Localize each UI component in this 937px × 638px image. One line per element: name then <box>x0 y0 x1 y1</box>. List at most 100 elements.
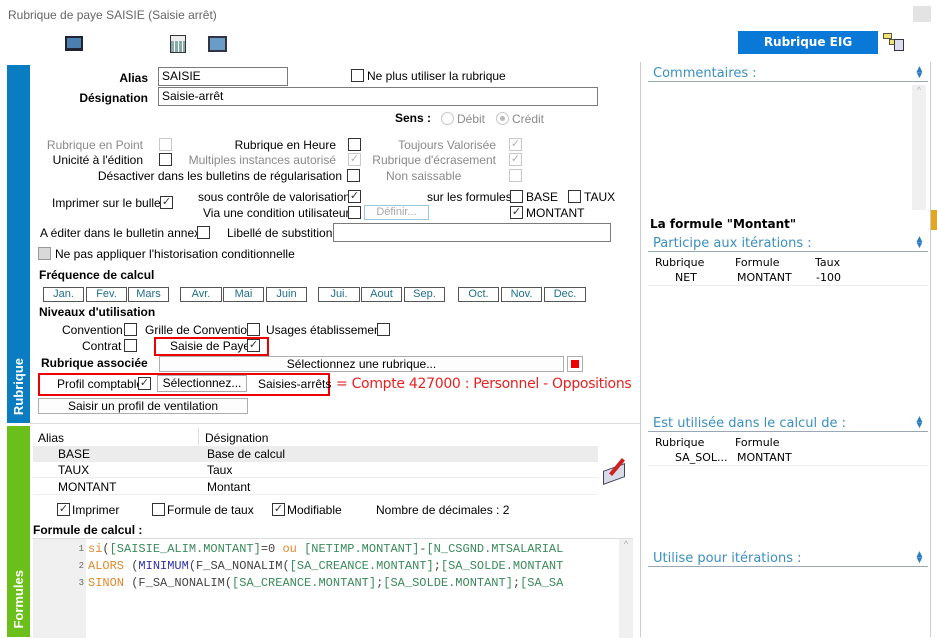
participe-col-taux: Taux <box>815 256 841 269</box>
commentaires-scrollbar[interactable]: ^ <box>912 85 926 210</box>
clear-rubrique-button[interactable] <box>567 356 583 372</box>
unicite-checkbox[interactable] <box>159 153 172 166</box>
formule-taux-label: Formule de taux <box>167 503 254 517</box>
month-button[interactable]: Jan. <box>43 287 84 302</box>
niveaux-label: Niveaux d'utilisation <box>39 305 156 319</box>
non-saissable-checkbox[interactable] <box>509 169 522 182</box>
row-designation: Montant <box>207 480 251 494</box>
collapse-toggle-icon[interactable]: ▲ ▼ <box>913 235 926 251</box>
credit-label: Crédit <box>512 112 545 126</box>
rubrique-tab-label: Rubrique <box>11 357 26 415</box>
utilise-iterations-header: Utilise pour itérations : <box>653 551 802 566</box>
month-button[interactable]: Nov. <box>501 287 542 302</box>
definir-button[interactable]: Définir... <box>364 205 429 220</box>
montant-label: MONTANT <box>526 206 585 220</box>
participe-col-rubrique: Rubrique <box>655 256 705 269</box>
month-button[interactable]: Avr. <box>180 287 222 302</box>
multiples-instances-label: Multiples instances autorisé <box>188 153 336 167</box>
libelle-substition-input[interactable] <box>333 223 611 242</box>
usages-etablissement-checkbox[interactable] <box>377 323 390 336</box>
montant-checkbox[interactable]: ✓ <box>510 206 523 219</box>
hierarchy-icon[interactable] <box>883 33 905 51</box>
desactiver-checkbox[interactable] <box>347 169 360 182</box>
rubrique-en-point-checkbox[interactable] <box>159 138 172 151</box>
formule-title: La formule "Montant" <box>650 217 797 231</box>
multiples-instances-checkbox[interactable]: ✓ <box>348 153 361 166</box>
bulletin-annexe-checkbox[interactable] <box>197 226 210 239</box>
month-button[interactable]: Oct. <box>458 287 499 302</box>
month-button[interactable]: Juin <box>266 287 307 302</box>
month-button[interactable]: Sep. <box>404 287 445 302</box>
frequence-label: Fréquence de calcul <box>39 268 155 282</box>
credit-radio[interactable] <box>496 112 509 125</box>
month-button[interactable]: Mars <box>128 287 169 302</box>
month-button[interactable]: Jui. <box>318 287 360 302</box>
toujours-valorisee-checkbox[interactable]: ✓ <box>509 138 522 151</box>
participe-col-formule: Formule <box>735 256 780 269</box>
code-token: ; <box>433 559 441 573</box>
participe-header: Participe aux itérations : <box>653 236 812 251</box>
table-row[interactable]: TAUX Taux <box>33 462 598 478</box>
formules-table: Alias Désignation BASE Base de calcul TA… <box>33 428 598 497</box>
modifiable-checkbox[interactable]: ✓ <box>272 503 285 516</box>
utilisee-header: Est utilisée dans le calcul de : <box>653 416 847 431</box>
taux-checkbox[interactable] <box>568 190 581 203</box>
contrat-checkbox[interactable] <box>124 339 137 352</box>
rubrique-en-heure-checkbox[interactable] <box>348 138 361 151</box>
formule-taux-checkbox[interactable] <box>152 503 165 516</box>
imprimer-checkbox[interactable]: ✓ <box>57 503 70 516</box>
month-button[interactable]: Dec. <box>544 287 586 302</box>
table-row[interactable]: NET MONTANT -100 <box>648 270 928 286</box>
historisation-checkbox[interactable] <box>38 247 51 260</box>
saisie-paye-checkbox[interactable]: ✓ <box>247 339 260 352</box>
month-button[interactable]: Mai <box>223 287 264 302</box>
table-row[interactable]: SA_SOL... MONTANT <box>648 450 928 466</box>
ventilation-button[interactable]: Saisir un profil de ventilation <box>38 398 248 414</box>
sous-controle-checkbox[interactable]: ✓ <box>348 190 361 203</box>
convention-label: Convention <box>62 323 123 337</box>
ne-plus-utiliser-checkbox[interactable] <box>351 69 364 82</box>
editor-scrollbar[interactable]: ^ <box>619 539 633 638</box>
unicite-label: Unicité à l'édition <box>52 153 143 167</box>
splitter-handle[interactable] <box>931 210 937 230</box>
designation-input[interactable]: Saisie-arrêt <box>158 87 598 106</box>
month-button[interactable]: Aout <box>361 287 402 302</box>
collapse-toggle-icon[interactable]: ▲ ▼ <box>913 550 926 566</box>
edit-formula-icon[interactable] <box>601 455 631 486</box>
base-checkbox[interactable] <box>510 190 523 203</box>
select-rubrique-button[interactable]: Sélectionnez une rubrique... <box>159 356 564 372</box>
collapse-toggle-icon[interactable]: ▲ ▼ <box>913 65 926 81</box>
table-row[interactable]: MONTANT Montant <box>33 479 598 495</box>
imprimer-bulletin-checkbox[interactable]: ✓ <box>160 196 173 209</box>
alias-input[interactable]: SAISIE <box>158 67 288 86</box>
rubrique-section-tab[interactable]: Rubrique <box>7 65 30 423</box>
profil-comptable-checkbox[interactable]: ✓ <box>138 377 151 390</box>
calculator-icon[interactable] <box>170 35 186 53</box>
via-condition-checkbox[interactable] <box>348 206 361 219</box>
monitor-icon[interactable] <box>65 36 83 51</box>
commentaires-textarea[interactable] <box>648 84 927 210</box>
code-token: =0 <box>260 542 283 556</box>
debit-label: Débit <box>457 112 486 126</box>
imprimer-bulletin-label: Imprimer sur le bulletin <box>52 196 174 210</box>
libelle-substition-label: Libellé de substition : <box>227 226 340 240</box>
select-profil-button[interactable]: Sélectionnez... <box>157 375 247 392</box>
window-menu-button[interactable] <box>913 6 931 22</box>
rubrique-ecrasement-checkbox[interactable]: ✓ <box>509 153 522 166</box>
grille-convention-checkbox[interactable] <box>247 323 260 336</box>
code-line: SINON (F_SA_NONALIM([SA_CREANCE.MONTANT]… <box>88 576 618 590</box>
formules-section-tab[interactable]: Formules <box>7 426 30 637</box>
collapse-toggle-icon[interactable]: ▲ ▼ <box>913 415 926 431</box>
convention-checkbox[interactable] <box>124 323 137 336</box>
cell-formule: MONTANT <box>737 451 792 464</box>
window-monitor-icon[interactable] <box>208 36 227 52</box>
annotation-text: = Compte 427000 : Personnel - Opposition… <box>336 376 632 392</box>
table-row[interactable]: BASE Base de calcul <box>33 446 598 462</box>
debit-radio[interactable] <box>441 112 454 125</box>
code-token: ( <box>124 559 139 573</box>
rubrique-eig-button[interactable]: Rubrique EIG <box>738 31 878 54</box>
designation-label: Désignation <box>79 91 148 105</box>
row-alias: MONTANT <box>58 480 117 494</box>
month-button[interactable]: Fev. <box>86 287 127 302</box>
window-title: Rubrique de paye SAISIE (Saisie arrêt) <box>8 8 217 22</box>
